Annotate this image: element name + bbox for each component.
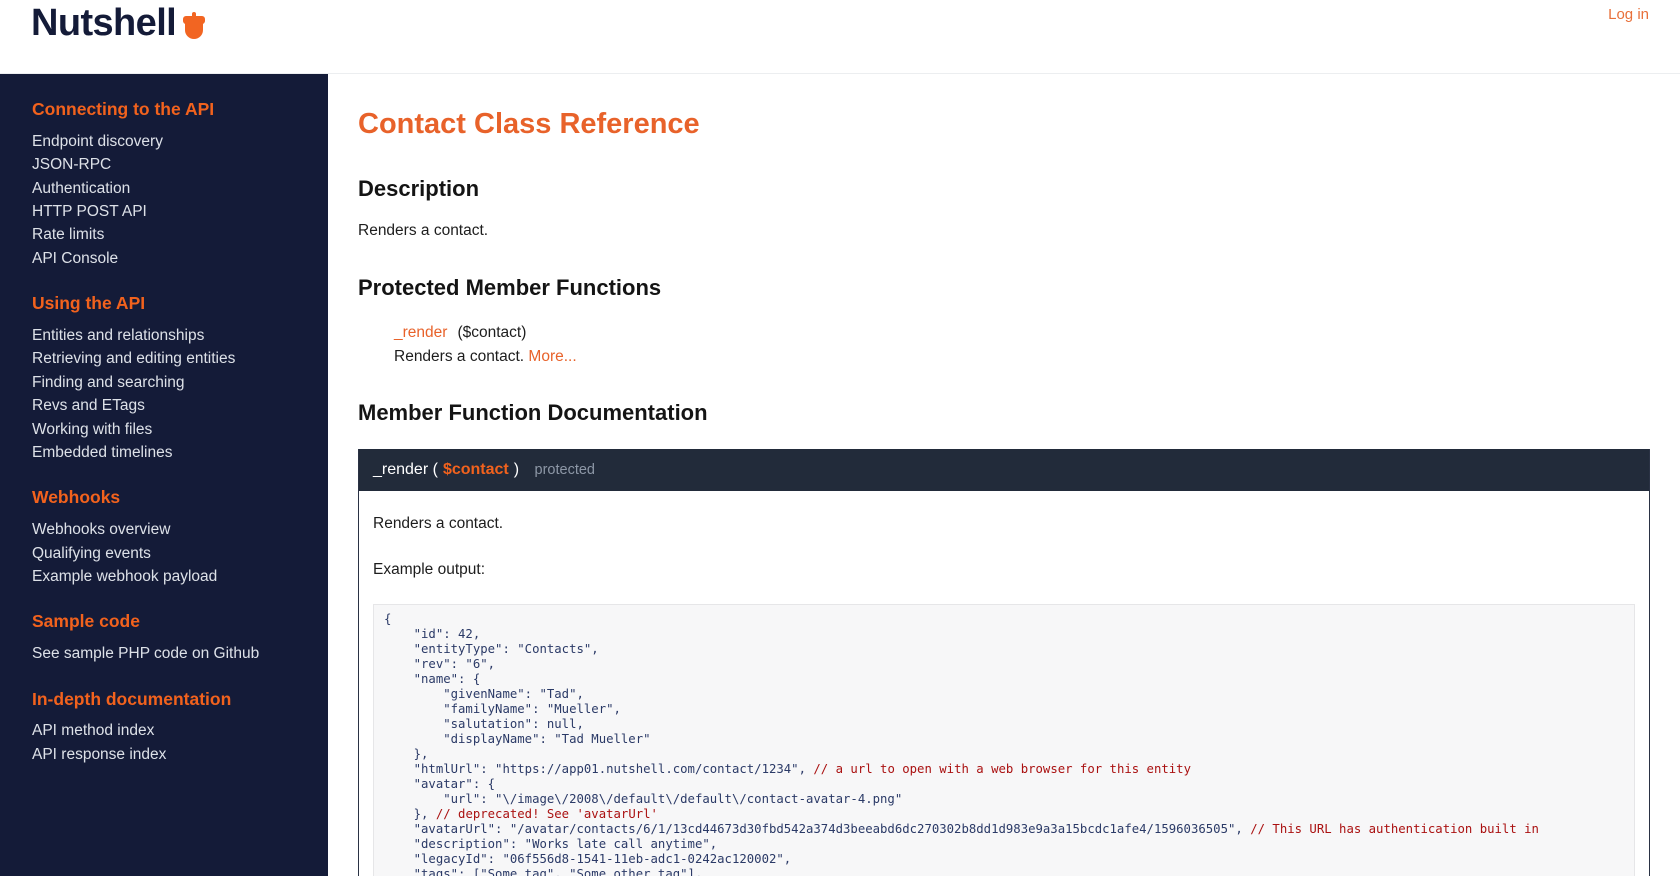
member-function-args: ($contact) (457, 324, 527, 342)
sidebar-item-finding-and-searching[interactable]: Finding and searching (0, 371, 328, 394)
member-summary-text: Renders a contact. (394, 347, 525, 365)
example-output-label: Example output: (373, 560, 486, 578)
sidebar-heading-sample-code: Sample code (32, 611, 140, 632)
acorn-icon (183, 12, 206, 40)
brand-name: Nutshell (31, 2, 177, 44)
member-detail-body: Renders a contact. Example output: { "id… (359, 491, 1649, 876)
description-text: Renders a contact. (358, 222, 489, 240)
sidebar-heading-connecting: Connecting to the API (32, 99, 215, 119)
page-title: Contact Class Reference (358, 108, 700, 140)
sidebar-item-rate-limits[interactable]: Rate limits (0, 223, 328, 246)
sidebar-section-using: Using the API Entities and relationships… (0, 292, 328, 464)
protected-member-functions-heading: Protected Member Functions (358, 274, 662, 300)
sidebar-item-working-with-files[interactable]: Working with files (0, 418, 328, 441)
login-link[interactable]: Log in (1608, 6, 1649, 23)
main-content: Contact Class Reference Description Rend… (328, 74, 1680, 876)
member-detail-open-paren: ( (432, 460, 438, 478)
sidebar-item-webhooks-overview[interactable]: Webhooks overview (0, 518, 328, 541)
member-summary-description: Renders a contact. More... (394, 346, 1650, 368)
example-output-code: { "id": 42, "entityType": "Contacts", "r… (373, 604, 1635, 876)
sidebar-item-qualifying-events[interactable]: Qualifying events (0, 542, 328, 565)
member-function-link[interactable]: _render (394, 324, 447, 341)
sidebar-item-json-rpc[interactable]: JSON-RPC (0, 153, 328, 176)
sidebar-heading-using: Using the API (32, 293, 146, 314)
sidebar-section-webhooks: Webhooks Webhooks overview Qualifying ev… (0, 486, 328, 588)
sidebar-item-embedded-timelines[interactable]: Embedded timelines (0, 441, 328, 464)
sidebar-item-see-sample-php-code-on-github[interactable]: See sample PHP code on Github (0, 642, 328, 665)
sidebar-section-sample-code: Sample code See sample PHP code on Githu… (0, 610, 328, 665)
sidebar-section-connecting: Connecting to the API Endpoint discovery… (0, 98, 328, 270)
member-function-documentation-heading: Member Function Documentation (358, 400, 708, 426)
sidebar-section-in-depth: In-depth documentation API method index … (0, 688, 328, 767)
member-detail-modifier: protected (534, 461, 595, 478)
member-summary-list: _render ($contact) Renders a contact. Mor… (358, 322, 1650, 368)
member-signature: _render ($contact) (394, 322, 1650, 344)
member-detail-close-paren: ) (513, 460, 520, 478)
sidebar-item-http-post-api[interactable]: HTTP POST API (0, 200, 328, 223)
sidebar-item-endpoint-discovery[interactable]: Endpoint discovery (0, 130, 328, 153)
member-detail-name: _render (373, 460, 429, 478)
sidebar-heading-in-depth: In-depth documentation (32, 688, 232, 709)
member-detail-header: _render ($contact) protected (359, 448, 1649, 492)
brand-logo[interactable]: Nutshell (31, 2, 206, 44)
member-detail-panel: _render ($contact) protected Renders a c… (358, 448, 1650, 876)
sidebar-heading-webhooks: Webhooks (32, 487, 121, 508)
sidebar-item-authentication[interactable]: Authentication (0, 177, 328, 200)
description-heading: Description (358, 175, 480, 201)
more-link[interactable]: More... (528, 348, 576, 365)
sidebar-item-example-webhook-payload[interactable]: Example webhook payload (0, 565, 328, 588)
sidebar-item-api-console[interactable]: API Console (0, 247, 328, 270)
sidebar-item-api-method-index[interactable]: API method index (0, 719, 328, 742)
member-detail-arg: $contact (442, 460, 509, 478)
sidebar-item-revs-and-etags[interactable]: Revs and ETags (0, 394, 328, 417)
sidebar-nav: Connecting to the API Endpoint discovery… (0, 74, 328, 876)
sidebar-item-entities-and-relationships[interactable]: Entities and relationships (0, 324, 328, 347)
top-bar: Nutshell Log in (0, 0, 1680, 74)
member-detail-description: Renders a contact. (373, 515, 504, 533)
sidebar-item-retrieving-and-editing-entities[interactable]: Retrieving and editing entities (0, 347, 328, 370)
sidebar-item-api-response-index[interactable]: API response index (0, 743, 328, 766)
